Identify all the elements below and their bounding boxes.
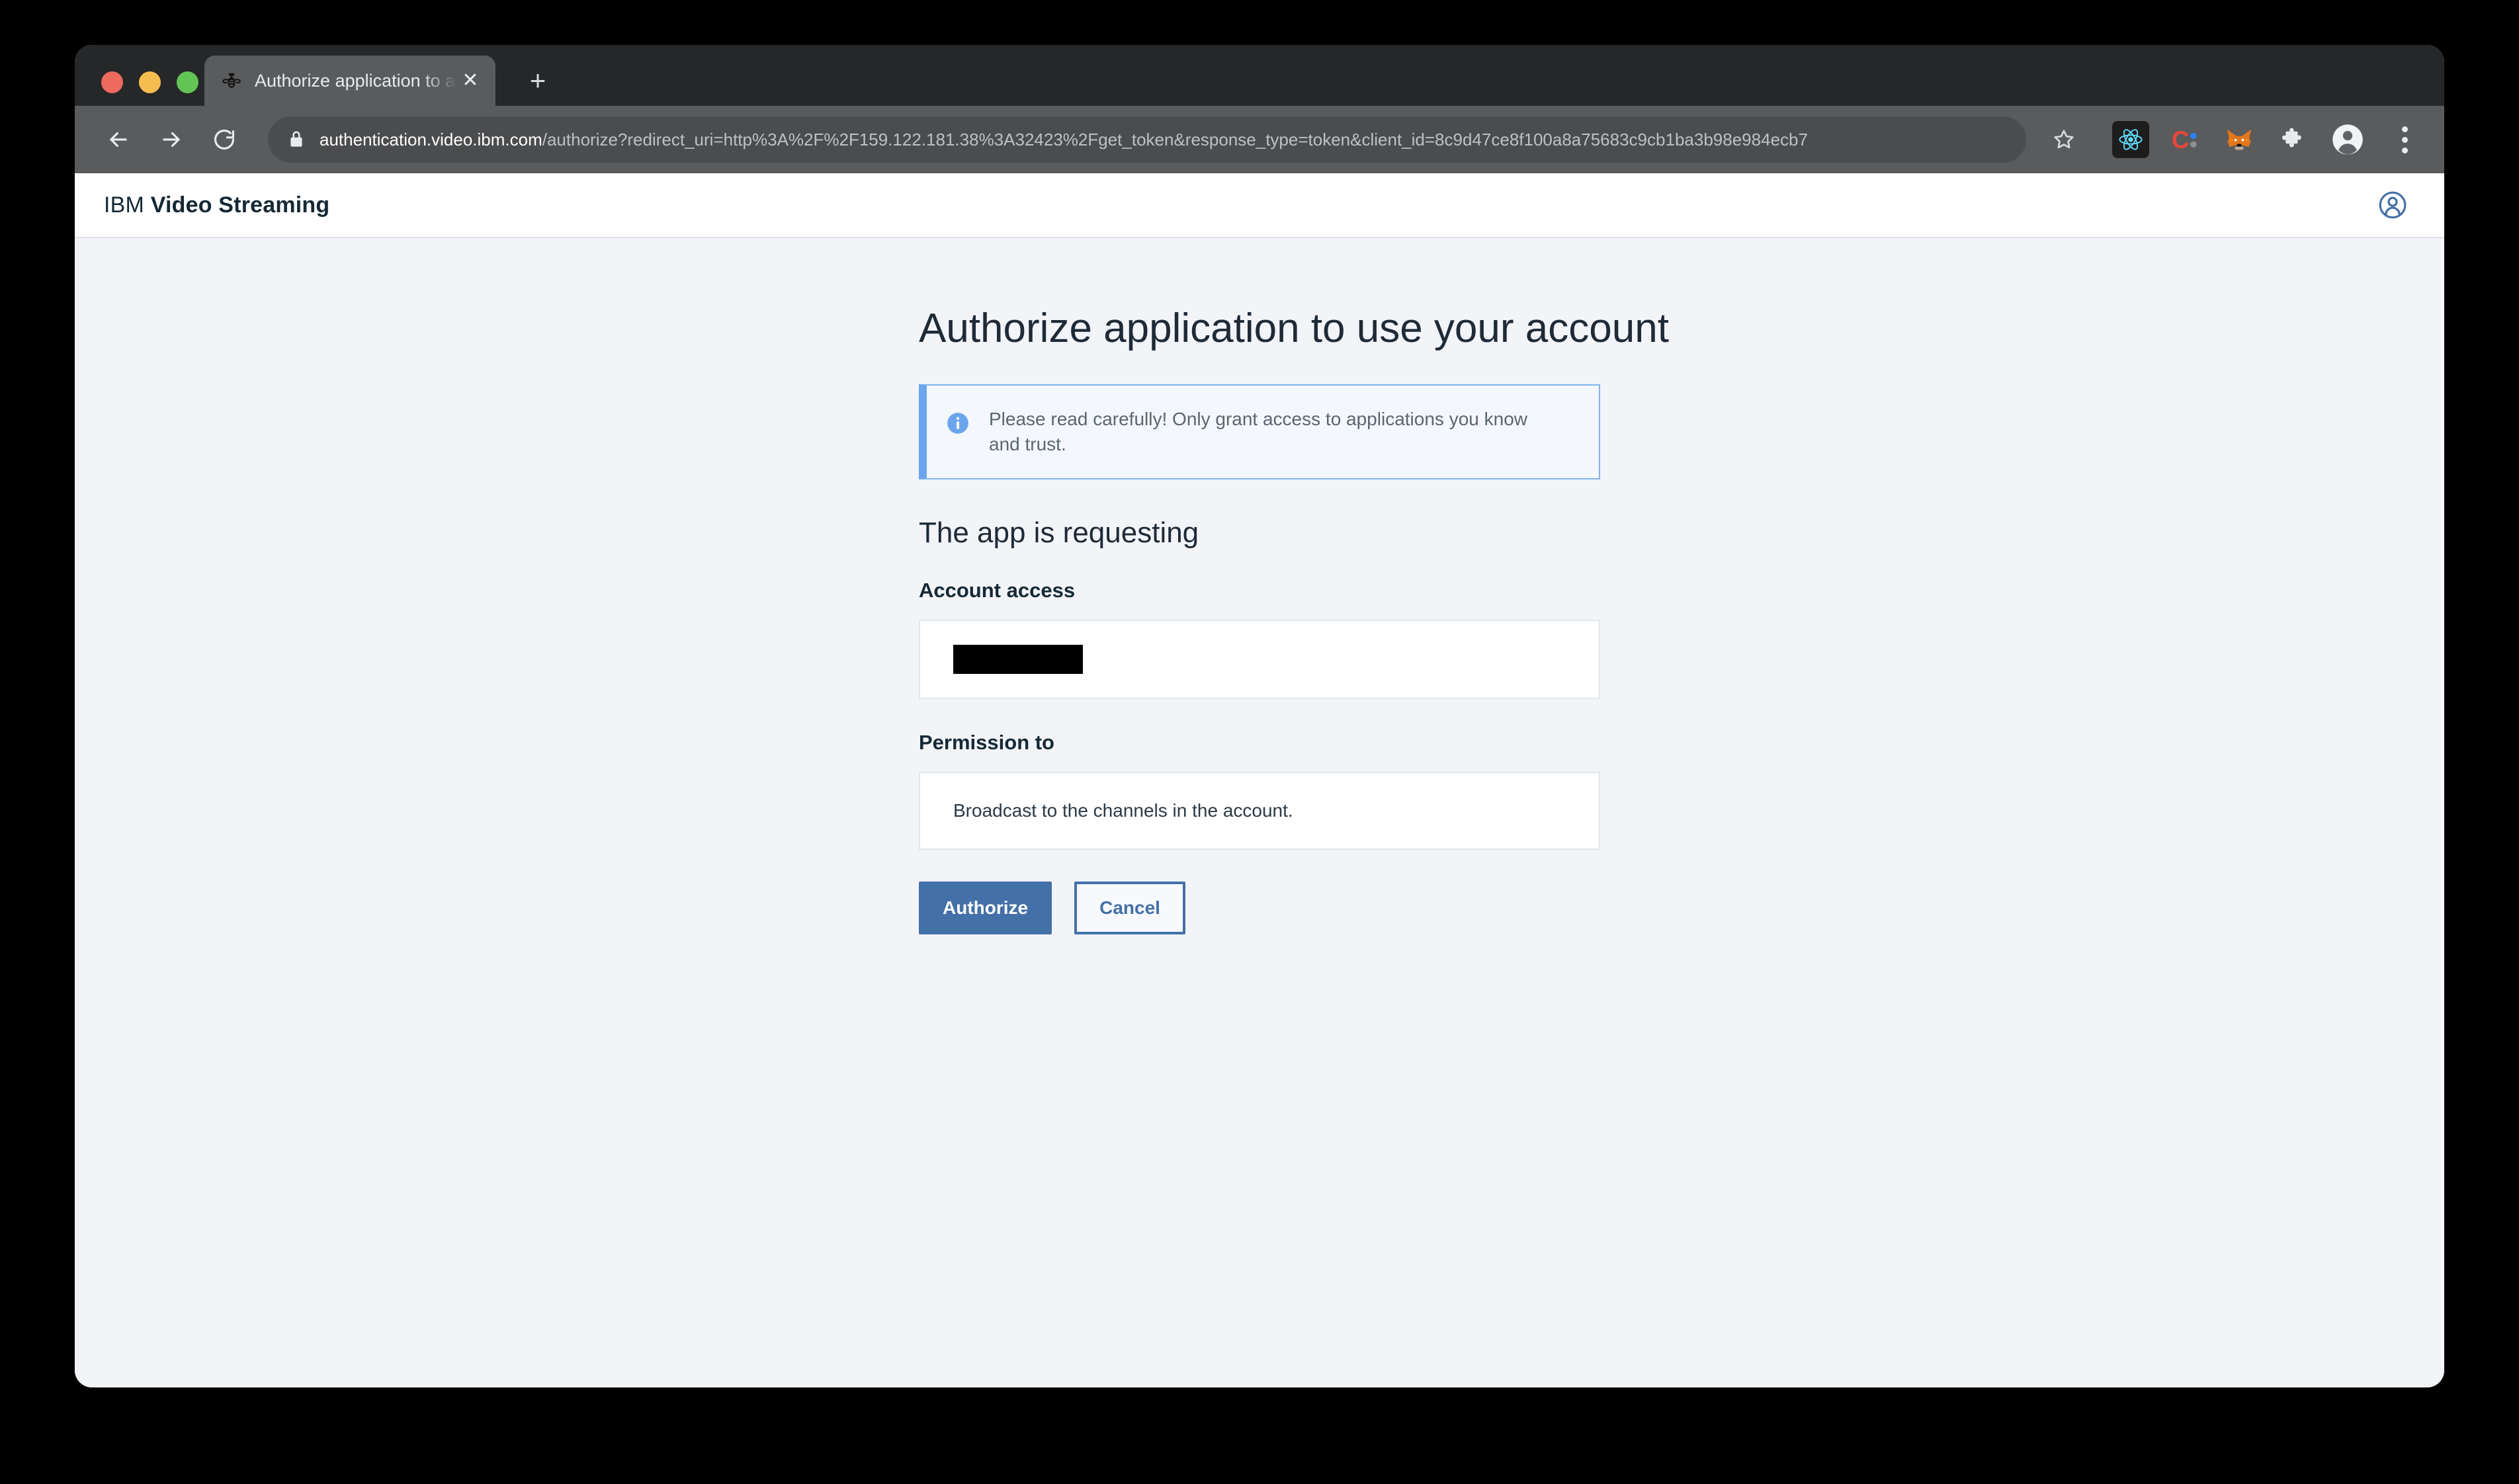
react-devtools-icon[interactable] [2112,121,2149,158]
address-bar[interactable]: authentication.video.ibm.com/authorize?r… [268,116,2026,163]
main-content: Authorize application to use your accoun… [75,238,2444,1387]
page-title: Authorize application to use your accoun… [919,304,1600,352]
brand-light: IBM [104,192,144,218]
permission-panel: Broadcast to the channels in the account… [919,772,1600,850]
info-circle-icon [945,411,970,439]
site-header: IBM Video Streaming [75,173,2444,238]
cancel-button[interactable]: Cancel [1074,882,1185,934]
page-viewport: IBM Video Streaming Authorize applicatio… [75,173,2444,1387]
close-window-button[interactable] [101,71,123,93]
profile-avatar-icon[interactable] [2329,121,2366,158]
window-controls [101,71,198,93]
authorize-button[interactable]: Authorize [919,882,1052,934]
colorzilla-icon[interactable]: C [2166,121,2203,158]
url-host: authentication.video.ibm.com [320,130,542,149]
info-alert-text: Please read carefully! Only grant access… [989,407,1538,457]
tab-strip: Authorize application to access ✕ + [75,45,2444,106]
new-tab-button[interactable]: + [519,62,556,99]
requesting-subhead: The app is requesting [919,516,1600,550]
info-alert: Please read carefully! Only grant access… [919,384,1600,479]
forward-arrow-icon[interactable] [148,116,195,163]
reload-icon[interactable] [200,116,248,163]
bee-icon [219,68,244,93]
browser-window: Authorize application to access ✕ + [75,45,2444,1387]
svg-text:C: C [2172,126,2189,153]
minimize-window-button[interactable] [139,71,161,93]
permission-item: Broadcast to the channels in the account… [953,798,1293,824]
browser-toolbar: authentication.video.ibm.com/authorize?r… [75,106,2444,173]
account-access-panel [919,620,1600,699]
url-path: /authorize?redirect_uri=http%3A%2F%2F159… [542,130,1808,149]
extensions-puzzle-icon[interactable] [2275,121,2312,158]
metamask-fox-icon[interactable] [2221,121,2258,158]
close-tab-button[interactable]: ✕ [457,67,484,94]
chrome-menu-icon[interactable] [2387,119,2422,160]
back-arrow-icon[interactable] [95,116,142,163]
bookmark-star-icon[interactable] [2043,119,2084,160]
permission-label: Permission to [919,731,1600,755]
redacted-account-name [953,645,1083,674]
lock-icon [288,130,305,149]
auth-card-column: Authorize application to use your accoun… [919,304,1600,1387]
action-buttons: Authorize Cancel [919,882,1600,934]
account-access-label: Account access [919,579,1600,602]
tab-title: Authorize application to access [255,69,457,92]
brand-bold: Video Streaming [151,192,330,218]
brand-logo[interactable]: IBM Video Streaming [104,192,329,218]
maximize-window-button[interactable] [177,71,198,93]
user-circle-icon[interactable] [2375,188,2410,222]
url-text: authentication.video.ibm.com/authorize?r… [320,128,1808,151]
browser-tab[interactable]: Authorize application to access ✕ [204,56,495,106]
